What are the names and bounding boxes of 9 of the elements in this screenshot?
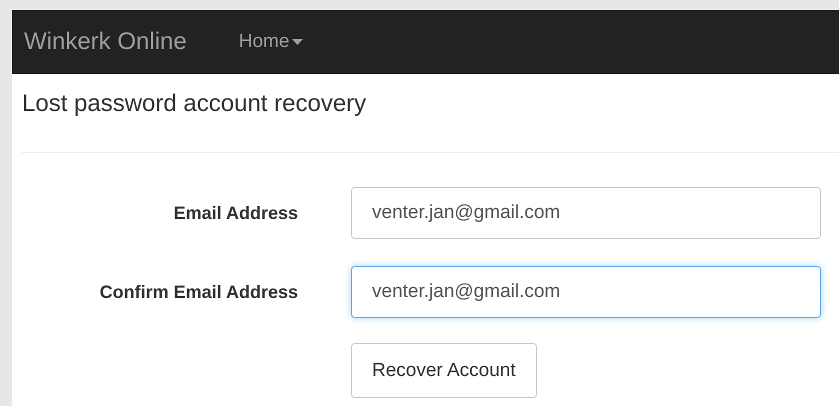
caret-icon [292,39,304,45]
page-heading: Lost password account recovery [21,89,368,119]
brand-link[interactable]: Winkerk Online [24,28,187,56]
field-label: Confirm Email Address [98,282,298,302]
home-menu[interactable]: Home [238,31,304,53]
field-label: Email Address [172,202,298,224]
email-field[interactable]: venter.jan@gmail.com [351,266,821,318]
email-field[interactable]: venter.jan@gmail.com [351,187,821,239]
recover-account-button[interactable]: Recover Account [351,343,537,398]
